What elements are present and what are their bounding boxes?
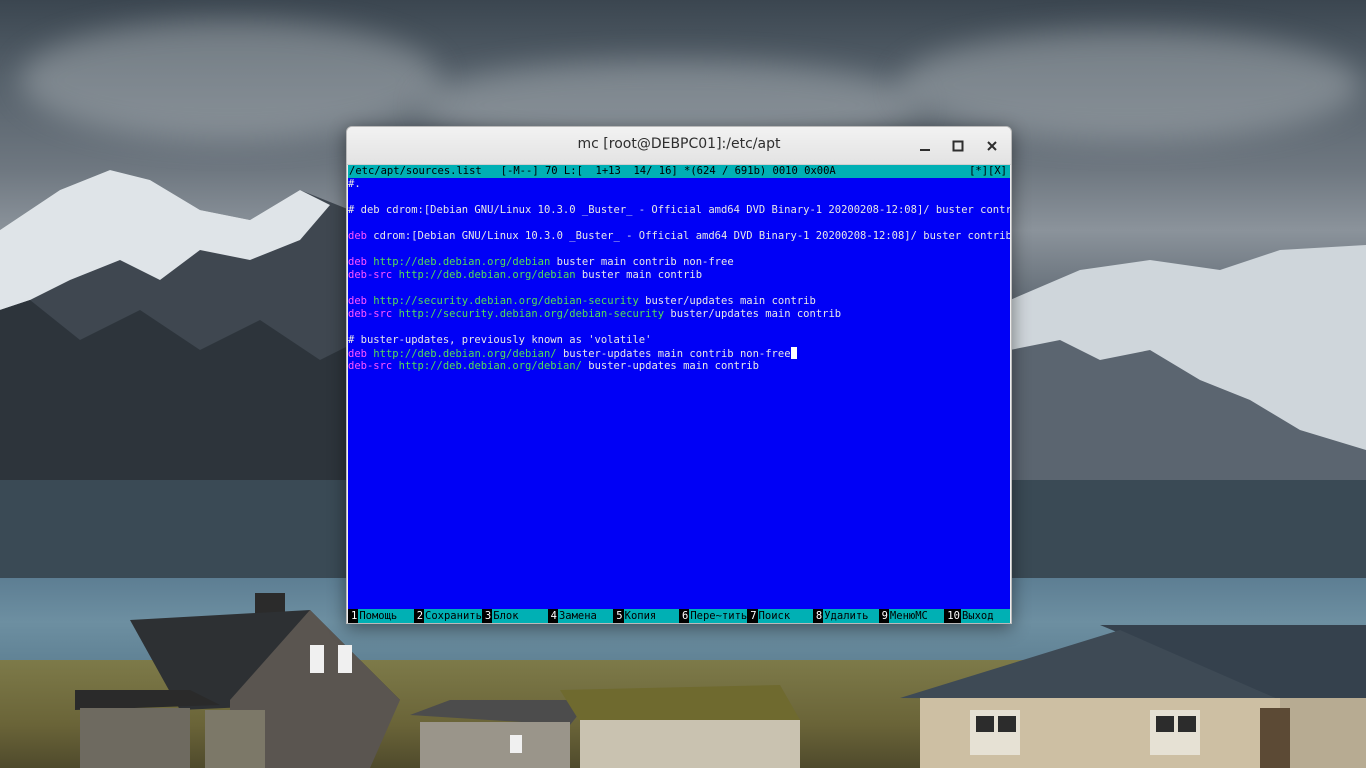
line-text: buster main contrib non-free (550, 256, 734, 268)
fkey-2[interactable]: 2 Сохранить (413, 609, 482, 623)
line-keyword: deb (348, 295, 367, 307)
fkey-label: Копия (623, 609, 679, 623)
line-url: http://security.debian.org/debian-securi… (373, 295, 639, 307)
editor-line[interactable]: deb http://security.debian.org/debian-se… (348, 295, 1010, 308)
fkey-number: 1 (348, 609, 359, 623)
line-keyword: deb (348, 256, 367, 268)
fkey-8[interactable]: 8 Удалить (812, 609, 879, 623)
editor-line[interactable]: deb-src http://deb.debian.org/debian bus… (348, 269, 1010, 282)
line-text: buster-updates main contrib (581, 360, 759, 372)
editor-line[interactable] (348, 282, 1010, 295)
fkey-label: Поиск (757, 609, 813, 623)
line-text: buster/updates main contrib (638, 295, 816, 307)
fkey-number: 10 (944, 609, 961, 623)
fkey-number: 9 (878, 609, 889, 623)
fkey-3[interactable]: 3 Блок (481, 609, 548, 623)
editor-line[interactable]: # deb cdrom:[Debian GNU/Linux 10.3.0 _Bu… (348, 204, 1010, 217)
fkey-label: Блок (492, 609, 548, 623)
text-cursor (790, 347, 797, 359)
function-key-bar: 1 Помощь 2 Сохранить 3 Блок 4 Замена 5 Копия 6 Пере… (348, 609, 1010, 623)
editor-line[interactable]: #. (348, 178, 1010, 191)
fkey-4[interactable]: 4 Замена (547, 609, 614, 623)
editor-line[interactable]: deb-src http://security.debian.org/debia… (348, 308, 1010, 321)
line-text: buster main contrib (575, 269, 703, 281)
fkey-number: 3 (481, 609, 493, 623)
line-keyword: deb-src (348, 308, 393, 320)
editor-line[interactable] (348, 191, 1010, 204)
mc-terminal-window[interactable]: mc [root@DEBPC01]:/etc/apt /etc/apt/sour… (346, 126, 1012, 624)
line-text: #. (348, 178, 361, 190)
house-middle-graphic (410, 685, 800, 768)
line-keyword: deb-src (348, 269, 393, 281)
fkey-label: Замена (557, 609, 614, 623)
editor-status-flags[interactable]: [*][X] (969, 165, 1007, 178)
editor-line[interactable]: # buster-updates, previously known as 'v… (348, 334, 1010, 347)
terminal-area[interactable]: /etc/apt/sources.list [-M--] 70 L:[ 1+13… (348, 165, 1010, 623)
line-keyword: deb (348, 348, 367, 360)
close-button[interactable] (981, 135, 1003, 157)
fkey-10[interactable]: 10 Выход (944, 609, 1010, 623)
line-url: http://deb.debian.org/debian/ (373, 348, 557, 360)
line-text: buster-updates main contrib non-free (556, 348, 791, 360)
maximize-icon (952, 140, 964, 152)
fkey-6[interactable]: 6 Пере~тить (678, 609, 748, 623)
editor-line[interactable]: deb http://deb.debian.org/debian buster … (348, 256, 1010, 269)
fkey-number: 2 (413, 609, 425, 623)
fkey-label: Удалить (823, 609, 879, 623)
minimize-icon (920, 149, 930, 151)
maximize-button[interactable] (947, 135, 969, 157)
fkey-number: 7 (747, 609, 758, 623)
fkey-label: Выход (960, 609, 1010, 623)
line-keyword: deb-src (348, 360, 393, 372)
fkey-number: 5 (613, 609, 624, 623)
fkey-9[interactable]: 9 МенюMC (878, 609, 945, 623)
line-text: buster/updates main contrib (664, 308, 842, 320)
line-url: http://security.debian.org/debian-securi… (398, 308, 665, 320)
line-keyword: deb (348, 230, 367, 242)
editor-line[interactable]: deb cdrom:[Debian GNU/Linux 10.3.0 _Bust… (348, 230, 1010, 243)
editor-line[interactable]: deb http://deb.debian.org/debian/ buster… (348, 347, 1010, 360)
line-text: # buster-updates, previously known as 'v… (348, 334, 652, 346)
window-title: mc [root@DEBPC01]:/etc/apt (577, 136, 781, 152)
fkey-label: Помощь (358, 609, 414, 623)
minimize-button[interactable] (914, 135, 936, 157)
fkey-5[interactable]: 5 Копия (613, 609, 679, 623)
editor-line[interactable] (348, 243, 1010, 256)
fkey-number: 8 (812, 609, 824, 623)
fkey-label: Сохранить (424, 609, 482, 623)
line-url: http://deb.debian.org/debian/ (398, 360, 582, 372)
line-text: cdrom:[Debian GNU/Linux 10.3.0 _Buster_ … (366, 230, 1010, 242)
window-titlebar[interactable]: mc [root@DEBPC01]:/etc/apt (347, 127, 1011, 165)
editor-line[interactable] (348, 217, 1010, 230)
editor-line[interactable] (348, 321, 1010, 334)
fkey-label: МенюMC (888, 609, 945, 623)
line-text: # deb cdrom:[Debian GNU/Linux 10.3.0 _Bu… (348, 204, 1010, 216)
editor-line[interactable]: deb-src http://deb.debian.org/debian/ bu… (348, 360, 1010, 373)
house-right-graphic (900, 625, 1366, 768)
fkey-number: 4 (547, 609, 558, 623)
line-url: http://deb.debian.org/debian (373, 256, 551, 268)
line-url: http://deb.debian.org/debian (398, 269, 576, 281)
editor-status-bar: /etc/apt/sources.list [-M--] 70 L:[ 1+13… (348, 165, 1010, 178)
fkey-7[interactable]: 7 Поиск (747, 609, 813, 623)
fkey-label: Пере~тить (689, 609, 748, 623)
editor-status-text: /etc/apt/sources.list [-M--] 70 L:[ 1+13… (349, 165, 836, 177)
fkey-1[interactable]: 1 Помощь (348, 609, 414, 623)
editor-text-area[interactable]: #. # deb cdrom:[Debian GNU/Linux 10.3.0 _… (348, 178, 1010, 608)
fkey-number: 6 (678, 609, 690, 623)
close-icon (987, 141, 997, 151)
